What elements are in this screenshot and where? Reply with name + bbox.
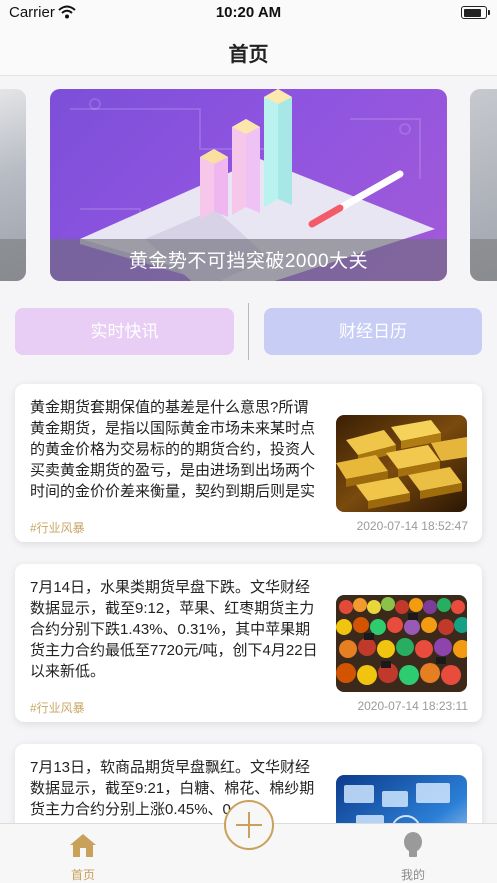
status-time: 10:20 AM: [215, 4, 282, 21]
banner-caption: 黄金势不可挡突破2000大关: [128, 251, 369, 272]
tab-home-label: 首页: [70, 868, 95, 882]
realtime-flash-button[interactable]: 实时快讯: [15, 308, 234, 355]
news-tag[interactable]: #行业风暴: [30, 519, 85, 536]
navigation-bar: 首页: [0, 28, 497, 76]
tab-mine[interactable]: 我的: [383, 832, 443, 883]
status-bar: Carrier 10:20 AM: [0, 0, 497, 28]
home-icon: [68, 834, 98, 862]
news-card[interactable]: 7月14日，水果类期货早盘下跌。文华财经数据显示，截至9:12，苹果、红枣期货主…: [15, 564, 482, 722]
tab-home[interactable]: 首页: [53, 832, 113, 883]
news-time: 2020-07-14 18:23:11: [357, 699, 468, 713]
tab-mine-label: 我的: [400, 868, 425, 882]
banner-slide[interactable]: 黄金势不可挡突破2000大关: [50, 89, 447, 281]
news-card[interactable]: 黄金期货套期保值的基差是什么意思?所谓黄金期货，是指以国际黄金市场未来某时点的黄…: [15, 384, 482, 542]
fruit-market-thumbnail: [336, 595, 467, 692]
add-button[interactable]: [224, 800, 274, 850]
banner-next-slide[interactable]: [470, 89, 497, 281]
finance-calendar-button[interactable]: 财经日历: [264, 308, 482, 355]
banner-previous-slide[interactable]: [0, 89, 26, 281]
battery-icon: [461, 6, 490, 19]
news-time: 2020-07-14 18:52:47: [356, 519, 468, 533]
news-tag[interactable]: #行业风暴: [30, 699, 85, 716]
page-title: 首页: [228, 44, 269, 66]
gold-bars-thumbnail: [336, 415, 467, 512]
profile-icon: [398, 832, 428, 862]
quick-actions-divider: [248, 303, 249, 360]
news-text: 黄金期货套期保值的基差是什么意思?所谓黄金期货，是指以国际黄金市场未来某时点的黄…: [30, 399, 316, 500]
news-text: 7月14日，水果类期货早盘下跌。文华财经数据显示，截至9:12，苹果、红枣期货主…: [30, 579, 318, 680]
